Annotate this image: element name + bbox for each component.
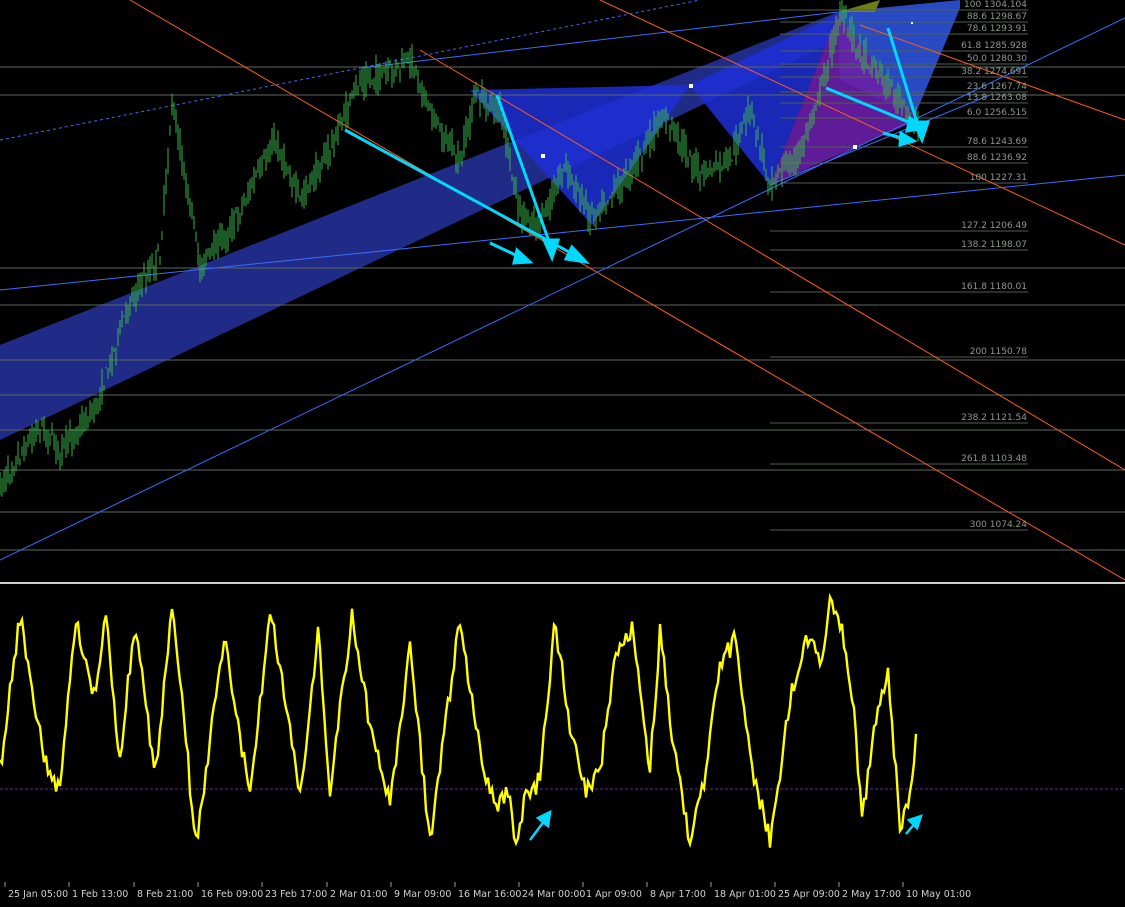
fib-level-label: 78.6 1293.91 bbox=[967, 24, 1027, 34]
fib-level-label: 261.8 1103.48 bbox=[961, 454, 1027, 464]
fib-level-label: 13.8 1263.08 bbox=[967, 93, 1027, 103]
fib-level-label: 23.6 1267.74 bbox=[967, 82, 1027, 92]
fib-level-label: 238.2 1121.54 bbox=[961, 413, 1027, 423]
fib-level-label: 50.0 1280.30 bbox=[967, 54, 1027, 64]
x-tick-label: 2 May 17:00 bbox=[842, 889, 901, 900]
fib-level-label: 138.2 1198.07 bbox=[961, 240, 1027, 250]
x-tick-label: 9 Mar 09:00 bbox=[394, 889, 451, 900]
fib-level-label: 100 1227.31 bbox=[970, 173, 1027, 183]
chart-canvas[interactable]: 100 1304.104 88.6 1298.67 78.6 1293.91 61.8… bbox=[0, 0, 1125, 903]
fib-level-label: 161.8 1180.01 bbox=[961, 282, 1027, 292]
x-tick-label: 2 Mar 01:00 bbox=[330, 889, 387, 900]
fib-level-label: 88.6 1298.67 bbox=[967, 12, 1027, 22]
fib-level-label: 200 1150.78 bbox=[970, 347, 1028, 357]
x-tick-label: 8 Apr 17:00 bbox=[650, 889, 706, 900]
x-tick-label: 25 Jan 05:00 bbox=[8, 889, 68, 900]
x-tick-label: 1 Apr 09:00 bbox=[586, 889, 642, 900]
x-tick-label: 16 Mar 16:00 bbox=[458, 889, 521, 900]
fib-level-label: 127.2 1206.49 bbox=[961, 221, 1027, 231]
trading-chart[interactable]: 100 1304.104 88.6 1298.67 78.6 1293.91 61.8… bbox=[0, 0, 1125, 903]
x-tick-label: 25 Apr 09:00 bbox=[778, 889, 840, 900]
fib-level-label: 300 1074.24 bbox=[970, 520, 1028, 530]
x-tick-label: 16 Feb 09:00 bbox=[201, 889, 263, 900]
fib-level-label: 78.6 1243.69 bbox=[967, 137, 1027, 147]
x-tick-label: 10 May 01:00 bbox=[906, 889, 971, 900]
fib-level-label: 100 1304.104 bbox=[964, 0, 1027, 10]
fib-level-label: 61.8 1285.928 bbox=[961, 41, 1027, 51]
x-tick-label: 24 Mar 00:00 bbox=[522, 889, 585, 900]
x-tick-label: 23 Feb 17:00 bbox=[265, 889, 327, 900]
fib-level-label: 38.2 1274.691 bbox=[961, 67, 1027, 77]
x-tick-label: 18 Apr 01:00 bbox=[714, 889, 776, 900]
fib-level-label: 88.6 1236.92 bbox=[967, 153, 1027, 163]
x-tick-label: 1 Feb 13:00 bbox=[72, 889, 128, 900]
fib-level-label: 6.0 1256.515 bbox=[967, 108, 1027, 118]
x-tick-label: 8 Feb 21:00 bbox=[137, 889, 193, 900]
